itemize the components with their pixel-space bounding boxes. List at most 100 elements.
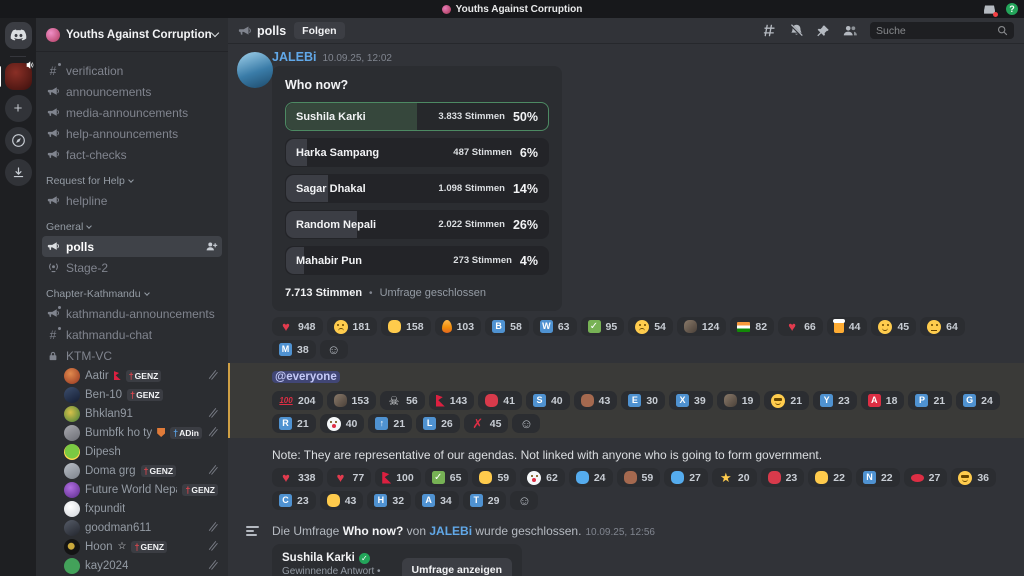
search-input[interactable] [876,25,993,37]
reaction-pill[interactable]: 19 [717,391,761,410]
reaction-pill[interactable]: L26 [416,414,460,433]
sidebar-item-helpline[interactable]: helpline [42,190,222,211]
reaction-pill[interactable]: 62 [520,468,565,487]
voice-member-hoon[interactable]: Hoon☆†GENZ [42,537,222,556]
reaction-pill[interactable]: X39 [669,391,713,410]
reaction-pill[interactable]: T29 [463,491,507,510]
sidebar-item-polls[interactable]: polls [42,236,222,257]
reaction-pill[interactable]: ♥77 [327,468,372,487]
sidebar-item-kathmandu-chat[interactable]: #kathmandu-chat [42,324,222,345]
reaction-pill[interactable]: 181 [327,317,378,336]
create-invite-icon[interactable] [205,240,218,253]
voice-member-goodman611[interactable]: goodman611 [42,518,222,537]
category-chapter-kathmandu[interactable]: Chapter-Kathmandu [42,278,222,303]
members-icon[interactable] [842,23,858,38]
reaction-pill[interactable]: 124 [677,317,727,336]
voice-member-dipesh[interactable]: Dipesh [42,442,222,461]
voice-member-ben-10[interactable]: Ben-10†GENZ [42,385,222,404]
reaction-pill[interactable]: 158 [381,317,431,336]
reaction-pill[interactable]: 21 [764,391,809,410]
sidebar-item-kathmandu-announcements[interactable]: kathmandu-announcements [42,303,222,324]
reaction-pill[interactable]: 59 [617,468,661,487]
pinned-messages-icon[interactable] [816,24,830,38]
show-poll-button[interactable]: Umfrage anzeigen [402,558,512,576]
reaction-pill[interactable]: P21 [908,391,952,410]
server-header[interactable]: Youths Against Corruption [36,18,228,52]
avatar[interactable] [237,52,273,88]
sidebar-item-KTM-VC[interactable]: KTM-VC [42,345,222,366]
reaction-pill[interactable]: 143 [429,391,475,410]
reaction-pill[interactable]: N22 [856,468,900,487]
voice-member-doma-grg[interactable]: Doma grg†GENZ [42,461,222,480]
sidebar-item-verification[interactable]: #verification [42,60,222,81]
reaction-pill[interactable]: ♥338 [272,468,323,487]
reaction-pill[interactable]: 82 [730,317,774,336]
reaction-pill[interactable]: 27 [664,468,708,487]
reaction-pill[interactable]: 43 [320,491,364,510]
reaction-pill[interactable]: ✓95 [581,317,625,336]
reaction-pill[interactable]: 103 [435,317,482,336]
home-button[interactable] [5,22,32,49]
voice-member-bhklan91[interactable]: Bhklan91 [42,404,222,423]
sidebar-item-media-announcements[interactable]: media-announcements [42,102,222,123]
sidebar-item-help-announcements[interactable]: help-announcements [42,123,222,144]
reaction-pill[interactable]: ★20 [712,468,757,487]
reaction-pill[interactable]: 100204 [272,391,323,410]
poll-option-sagar-dhakal[interactable]: Sagar Dhakal 1.098 Stimmen 14% [285,174,549,203]
server-icon-active[interactable] [5,63,32,90]
voice-member-fxpundit[interactable]: fxpundit [42,499,222,518]
reaction-pill[interactable]: 36 [951,468,996,487]
poll-option-random-nepali[interactable]: Random Nepali 2.022 Stimmen 26% [285,210,549,239]
reaction-pill[interactable]: M38 [272,340,316,359]
add-reaction-button[interactable]: ☺ [512,414,540,433]
voice-member-kay2024[interactable]: kay2024 [42,556,222,575]
reaction-pill[interactable]: 22 [808,468,852,487]
bell-muted-icon[interactable] [789,23,804,38]
reaction-pill[interactable]: 100 [375,468,421,487]
reaction-pill[interactable]: 44 [827,317,868,336]
inbox-icon[interactable] [983,3,996,16]
reaction-pill[interactable]: 64 [920,317,965,336]
reaction-pill[interactable]: 24 [569,468,613,487]
reaction-pill[interactable]: ♥948 [272,317,323,336]
reaction-pill[interactable]: 153 [327,391,377,410]
reaction-pill[interactable]: 54 [628,317,673,336]
voice-member-future-world-nepal[interactable]: Future World Nepal†GENZ [42,480,222,499]
reaction-pill[interactable]: A34 [415,491,459,510]
reaction-pill[interactable]: 40 [320,414,365,433]
reaction-pill[interactable]: ♥66 [778,317,823,336]
reaction-pill[interactable]: 45 [871,317,916,336]
reaction-pill[interactable]: E30 [621,391,665,410]
reaction-pill[interactable]: 43 [574,391,618,410]
add-reaction-button[interactable]: ☺ [320,340,348,359]
download-apps-button[interactable] [5,159,32,186]
voice-member-bumbfk-ho-tyo[interactable]: Bumbfk ho tyo†ADin [42,423,222,442]
search-box[interactable] [870,22,1014,39]
reaction-pill[interactable]: 23 [761,468,805,487]
reaction-pill[interactable]: ✗45 [464,414,509,433]
category-request-for-help[interactable]: Request for Help [42,165,222,190]
reaction-pill[interactable]: ↑21 [368,414,412,433]
sidebar-item-announcements[interactable]: announcements [42,81,222,102]
add-reaction-button[interactable]: ☺ [510,491,538,510]
poll-option-harka-sampang[interactable]: Harka Sampang 487 Stimmen 6% [285,138,549,167]
reaction-pill[interactable]: 41 [478,391,522,410]
sidebar-item-Stage-2[interactable]: Stage-2 [42,257,222,278]
reaction-pill[interactable]: ✓65 [425,468,469,487]
reaction-pill[interactable]: W63 [533,317,577,336]
reaction-pill[interactable]: 59 [472,468,516,487]
reaction-pill[interactable]: C23 [272,491,316,510]
category-general[interactable]: General [42,211,222,236]
follow-button[interactable]: Folgen [294,22,344,39]
everyone-mention[interactable]: @everyone [272,371,340,383]
reaction-pill[interactable]: ☠56 [380,391,425,410]
threads-icon[interactable] [762,23,777,38]
reaction-pill[interactable]: B58 [485,317,529,336]
poll-option-mahabir-pun[interactable]: Mahabir Pun 273 Stimmen 4% [285,246,549,275]
reaction-pill[interactable]: 27 [904,468,948,487]
author-ref[interactable]: JALEBi [429,524,472,538]
reaction-pill[interactable]: H32 [367,491,411,510]
sidebar-item-fact-checks[interactable]: fact-checks [42,144,222,165]
message-author[interactable]: JALEBi [272,50,316,64]
explore-servers-button[interactable] [5,127,32,154]
